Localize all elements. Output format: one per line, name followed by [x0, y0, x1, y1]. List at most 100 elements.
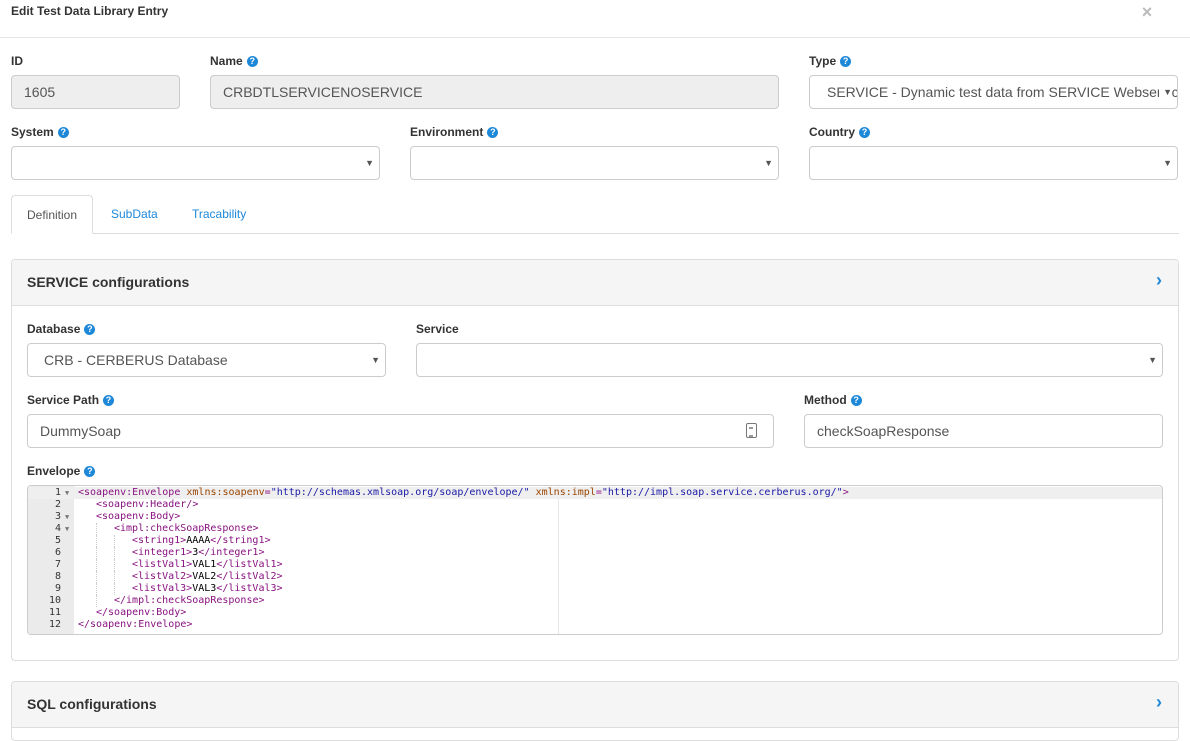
fold-toggle-icon[interactable]: ▼: [65, 523, 69, 535]
panel-title: SQL configurations: [27, 696, 157, 712]
method-input[interactable]: checkSoapResponse: [804, 414, 1163, 448]
type-select[interactable]: SERVICE - Dynamic test data from SERVICE…: [809, 75, 1178, 109]
method-label-text: Method: [804, 393, 847, 407]
service-path-value: DummySoap: [40, 423, 121, 439]
fold-toggle-icon[interactable]: ▼: [65, 487, 69, 499]
chevron-right-icon[interactable]: ›: [1156, 270, 1162, 291]
line-number: 7: [54, 559, 61, 570]
code-line[interactable]: 6 <integer1>3</integer1>: [28, 547, 1162, 559]
database-select[interactable]: CRB - CERBERUS Database ▼: [27, 343, 386, 377]
code-line[interactable]: 7 <listVal1>VAL1</listVal1>: [28, 559, 1162, 571]
code-content: </soapenv:Envelope>: [78, 619, 193, 630]
modal-header: Edit Test Data Library Entry ×: [0, 0, 1190, 38]
code-line[interactable]: 11 </soapenv:Body>: [28, 607, 1162, 619]
indent-guide: [96, 559, 97, 571]
envelope-label-text: Envelope: [27, 464, 81, 478]
code-line[interactable]: 10 </impl:checkSoapResponse>: [28, 595, 1162, 607]
service-path-input[interactable]: DummySoap: [27, 414, 774, 448]
code-line[interactable]: 5 <string1>AAAA</string1>: [28, 535, 1162, 547]
code-line[interactable]: 3 ▼ <soapenv:Body>: [28, 511, 1162, 523]
indent-guide: [114, 583, 115, 595]
code-content: <impl:checkSoapResponse>: [114, 523, 259, 534]
service-select[interactable]: ▼: [416, 343, 1163, 377]
help-icon[interactable]: ?: [859, 126, 870, 138]
line-number: 10: [48, 595, 61, 606]
tab-definition[interactable]: Definition: [11, 195, 94, 234]
help-icon[interactable]: ?: [57, 126, 69, 138]
indent-guide: [114, 559, 115, 571]
code-line[interactable]: 9 <listVal3>VAL3</listVal3>: [28, 583, 1162, 595]
code-content: <listVal3>VAL3</listVal3>: [132, 583, 283, 594]
indent-guide: [96, 547, 97, 559]
line-number: 6: [54, 547, 61, 558]
service-label-text: Service: [416, 322, 459, 336]
sql-config-panel: SQL configurations ›: [11, 681, 1179, 741]
tab-tracability[interactable]: Tracability: [177, 195, 261, 234]
code-line[interactable]: 8 <listVal2>VAL2</listVal2>: [28, 571, 1162, 583]
indent-guide: [114, 535, 115, 547]
help-icon[interactable]: ?: [103, 394, 115, 406]
chevron-down-icon: ▼: [1163, 158, 1172, 168]
help-icon[interactable]: ?: [84, 465, 96, 477]
tab-subdata[interactable]: SubData: [96, 195, 173, 234]
line-number: 11: [48, 607, 61, 618]
code-content: <listVal2>VAL2</listVal2>: [132, 571, 283, 582]
system-label: System ?: [11, 125, 69, 139]
help-icon[interactable]: ?: [840, 55, 852, 67]
indent-guide: [96, 583, 97, 595]
type-label-text: Type: [809, 54, 837, 68]
modal-title: Edit Test Data Library Entry: [11, 4, 169, 18]
line-number: 5: [54, 535, 61, 546]
code-content: <soapenv:Envelope xmlns:soapenv="http://…: [78, 487, 849, 498]
indent-guide: [96, 535, 97, 547]
service-label: Service: [416, 322, 459, 336]
sql-config-header[interactable]: SQL configurations ›: [12, 682, 1178, 728]
system-select[interactable]: ▼: [11, 146, 380, 180]
code-content: <string1>AAAA</string1>: [132, 535, 271, 546]
name-input[interactable]: CRBDTLSERVICENOSERVICE: [210, 75, 779, 109]
service-config-header[interactable]: SERVICE configurations ›: [12, 260, 1178, 306]
environment-label: Environment ?: [410, 125, 499, 139]
indent-guide: [114, 571, 115, 583]
code-line[interactable]: 12 </soapenv:Envelope>: [28, 619, 1162, 631]
system-label-text: System: [11, 125, 54, 139]
close-icon[interactable]: ×: [1139, 2, 1155, 22]
chevron-down-icon: ▼: [365, 158, 374, 168]
envelope-label: Envelope ?: [27, 464, 96, 478]
code-line[interactable]: 2 <soapenv:Header/>: [28, 499, 1162, 511]
service-path-label-text: Service Path: [27, 393, 100, 407]
line-number: 3: [54, 511, 61, 522]
help-icon[interactable]: ?: [487, 126, 499, 138]
code-content: <soapenv:Header/>: [96, 499, 199, 510]
chevron-right-icon[interactable]: ›: [1156, 692, 1162, 713]
country-label: Country ?: [809, 125, 870, 139]
context-menu-icon[interactable]: [746, 423, 757, 438]
fold-toggle-icon[interactable]: ▼: [65, 511, 69, 523]
name-label: Name ?: [210, 54, 258, 68]
help-icon[interactable]: ?: [850, 394, 862, 406]
database-label: Database ?: [27, 322, 96, 336]
code-line[interactable]: 1 ▼ <soapenv:Envelope xmlns:soapenv="http:…: [28, 487, 1162, 499]
line-number: 8: [54, 571, 61, 582]
panel-title: SERVICE configurations: [27, 274, 190, 290]
database-select-value: CRB - CERBERUS Database: [44, 352, 228, 368]
chevron-down-icon: ▼: [764, 158, 773, 168]
envelope-code-editor[interactable]: 1 ▼ <soapenv:Envelope xmlns:soapenv="http:…: [27, 485, 1163, 635]
service-path-label: Service Path ?: [27, 393, 115, 407]
indent-guide: [114, 547, 115, 559]
name-label-text: Name: [210, 54, 243, 68]
code-content: <soapenv:Body>: [96, 511, 181, 522]
id-input[interactable]: 1605: [11, 75, 180, 109]
country-select[interactable]: ▼: [809, 146, 1178, 180]
country-label-text: Country: [809, 125, 855, 139]
environment-label-text: Environment: [410, 125, 484, 139]
help-icon[interactable]: ?: [246, 55, 258, 67]
type-label: Type ?: [809, 54, 852, 68]
help-icon[interactable]: ?: [84, 323, 96, 335]
code-line[interactable]: 4 ▼ <impl:checkSoapResponse>: [28, 523, 1162, 535]
database-label-text: Database: [27, 322, 81, 336]
indent-guide: [96, 595, 97, 607]
id-label: ID: [11, 54, 23, 68]
code-content: <integer1>3</integer1>: [132, 547, 265, 558]
environment-select[interactable]: ▼: [410, 146, 779, 180]
